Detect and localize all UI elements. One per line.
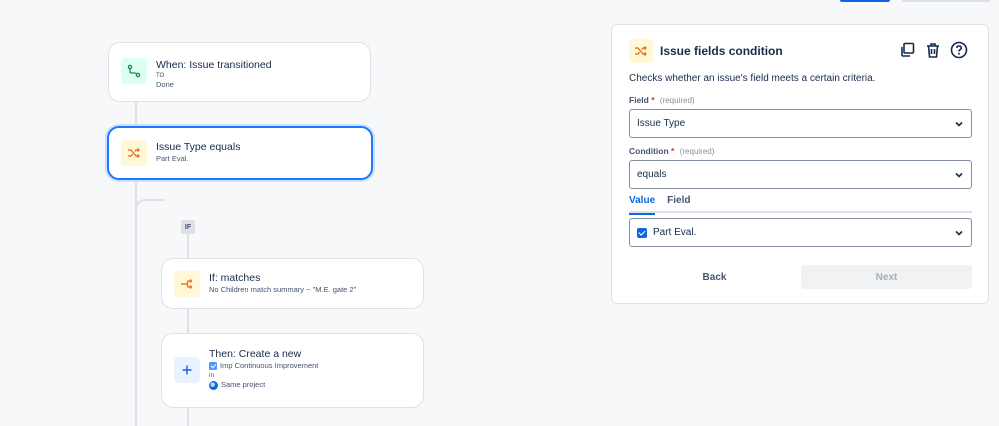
branch-path-icon [121, 58, 147, 84]
shuffle-icon [629, 39, 653, 63]
shuffle-icon [121, 140, 147, 166]
if-title: If: matches [209, 272, 261, 284]
panel-header: Issue fields condition [629, 39, 783, 63]
then-node[interactable]: Then: Create a new Imp Continuous Improv… [161, 333, 424, 408]
value-select[interactable]: Part Eval. [629, 218, 972, 247]
if-node[interactable]: If: matches No Children match summary ~ … [161, 258, 424, 309]
help-icon[interactable] [949, 40, 969, 60]
condition-required-hint: (required) [679, 147, 715, 156]
issue-type-icon [209, 362, 217, 371]
chevron-down-icon [955, 121, 963, 127]
branch-connector [135, 199, 165, 223]
top-secondary-button[interactable] [902, 0, 990, 2]
condition-select-value: equals [637, 169, 667, 180]
panel-title: Issue fields condition [660, 44, 783, 58]
tab-field[interactable]: Field [667, 193, 690, 211]
trash-icon[interactable] [923, 40, 943, 60]
back-button[interactable]: Back [629, 265, 800, 289]
then-title: Then: Create a new [209, 348, 302, 360]
field-required-mark: * [651, 95, 655, 105]
trigger-sub-label: TO [156, 73, 165, 79]
chevron-down-icon [955, 230, 963, 236]
condition-sub: Part Eval. [156, 154, 189, 163]
value-field-tabs: Value Field [629, 193, 972, 215]
duplicate-icon[interactable] [897, 40, 917, 60]
then-issue-type: Imp Continuous Improvement [209, 361, 318, 371]
panel-description: Checks whether an issue's field meets a … [629, 73, 876, 84]
condition-select[interactable]: equals [629, 160, 972, 189]
value-select-value: Part Eval. [653, 227, 697, 238]
plus-icon [174, 357, 200, 383]
next-button[interactable]: Next [801, 265, 972, 289]
then-project-label: Same project [221, 380, 266, 389]
field-select[interactable]: Issue Type [629, 109, 972, 138]
fork-icon [174, 271, 200, 297]
then-project: Same project [209, 380, 318, 390]
checkbox-icon [637, 227, 647, 238]
condition-node[interactable]: Issue Type equals Part Eval. [107, 126, 373, 180]
trigger-node[interactable]: When: Issue transitioned TO Done [108, 42, 371, 102]
field-label: Field * (required) [629, 95, 695, 105]
then-in-label: in [209, 372, 215, 379]
flow-connector [135, 102, 137, 128]
field-select-value: Issue Type [637, 118, 686, 129]
then-issue-type-label: Imp Continuous Improvement [220, 361, 319, 370]
config-panel: Issue fields condition Checks whether an… [611, 24, 989, 304]
trigger-title: When: Issue transitioned [156, 59, 272, 71]
panel-actions [897, 40, 969, 60]
trigger-sub-value: Done [156, 80, 174, 89]
chevron-down-icon [955, 172, 963, 178]
if-sub: No Children match summary ~ "M.E. gate 2… [209, 285, 357, 294]
top-primary-button[interactable] [840, 0, 890, 2]
project-avatar-icon [209, 380, 218, 390]
if-badge: IF [181, 220, 195, 234]
condition-label: Condition * (required) [629, 146, 714, 156]
condition-title: Issue Type equals [156, 141, 241, 153]
field-required-hint: (required) [659, 96, 695, 105]
condition-required-mark: * [671, 146, 675, 156]
field-label-text: Field [629, 95, 649, 105]
condition-label-text: Condition [629, 146, 669, 156]
tab-value[interactable]: Value [629, 193, 656, 215]
